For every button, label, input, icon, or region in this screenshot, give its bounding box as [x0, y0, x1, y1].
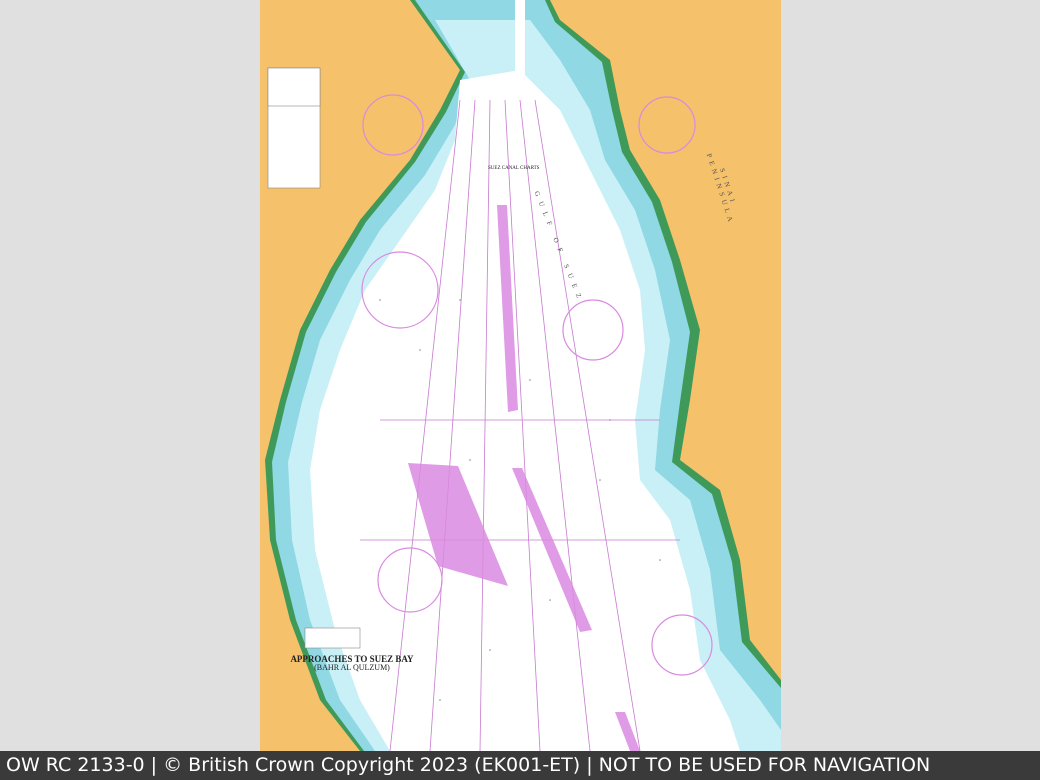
footer-text: OW RC 2133-0 | © British Crown Copyright…: [6, 754, 931, 776]
inset-legend: [267, 67, 321, 107]
inset-label: SUEZ CANAL CHARTS: [488, 166, 540, 171]
nautical-chart: APPROACHES TO SUEZ BAY (BAHR AL QULZUM) …: [260, 0, 781, 751]
title-cartouche-box: [304, 627, 361, 649]
copyright-footer: OW RC 2133-0 | © British Crown Copyright…: [0, 751, 1040, 780]
chart-graphic: [260, 0, 781, 751]
chart-subtitle: (BAHR AL QULZUM): [314, 663, 390, 672]
suez-canal: [515, 0, 525, 80]
